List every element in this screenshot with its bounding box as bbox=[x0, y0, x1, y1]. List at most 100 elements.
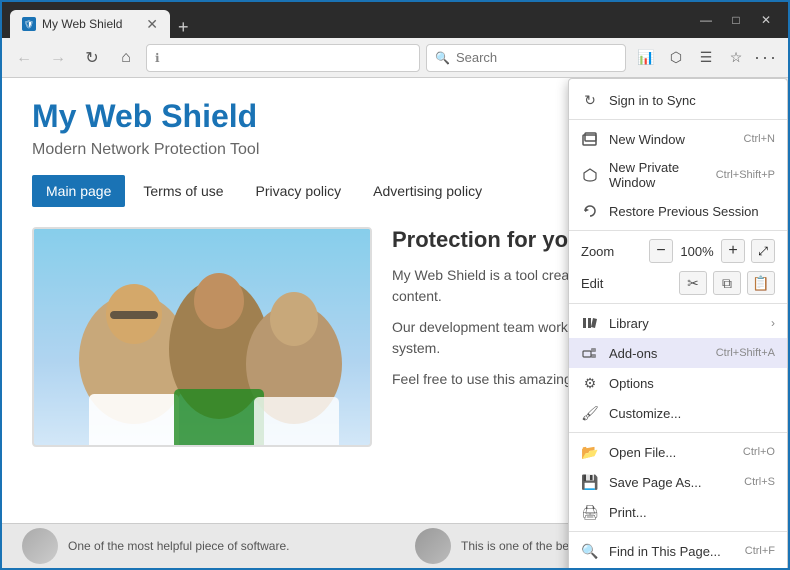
browser-window: 🛡 My Web Shield ✕ + — □ ✕ ← → ↻ ⌂ ℹ 🔍 📊 … bbox=[0, 0, 790, 570]
customize-label: Customize... bbox=[609, 406, 775, 421]
edit-row: Edit ✂ ⧉ 📋 bbox=[569, 267, 787, 299]
nav-icons: 📊 ⬡ ☰ ☆ ··· bbox=[632, 44, 780, 72]
copy-button[interactable]: ⧉ bbox=[713, 271, 741, 295]
options-icon: ⚙ bbox=[581, 374, 599, 392]
separator-2 bbox=[569, 230, 787, 231]
nav-bar: ← → ↻ ⌂ ℹ 🔍 📊 ⬡ ☰ ☆ ··· bbox=[2, 38, 788, 78]
save-page-shortcut: Ctrl+S bbox=[744, 476, 775, 488]
edit-label: Edit bbox=[581, 276, 673, 291]
active-tab[interactable]: 🛡 My Web Shield ✕ bbox=[10, 10, 170, 38]
back-button[interactable]: ← bbox=[10, 44, 38, 72]
search-input[interactable] bbox=[456, 50, 596, 65]
menu-item-library[interactable]: Library › bbox=[569, 308, 787, 338]
minimize-button[interactable]: — bbox=[692, 9, 720, 31]
separator-4 bbox=[569, 432, 787, 433]
cut-button[interactable]: ✂ bbox=[679, 271, 707, 295]
new-window-icon bbox=[581, 130, 599, 148]
hero-image bbox=[32, 227, 372, 447]
pocket-icon[interactable]: ⬡ bbox=[662, 44, 690, 72]
find-label: Find in This Page... bbox=[609, 544, 735, 559]
maximize-button[interactable]: □ bbox=[722, 9, 750, 31]
new-window-label: New Window bbox=[609, 132, 734, 147]
nav-privacy[interactable]: Privacy policy bbox=[242, 175, 356, 207]
tab-close-btn[interactable]: ✕ bbox=[146, 16, 158, 33]
find-shortcut: Ctrl+F bbox=[745, 545, 775, 557]
restore-label: Restore Previous Session bbox=[609, 204, 775, 219]
open-file-label: Open File... bbox=[609, 445, 733, 460]
restore-icon bbox=[581, 202, 599, 220]
testimonial-avatar-1 bbox=[22, 528, 58, 564]
save-page-label: Save Page As... bbox=[609, 475, 734, 490]
star-icon[interactable]: ☆ bbox=[722, 44, 750, 72]
nav-advertising[interactable]: Advertising policy bbox=[359, 175, 496, 207]
bookmarks-icon[interactable]: 📊 bbox=[632, 44, 660, 72]
sync-icon: ↻ bbox=[581, 91, 599, 109]
menu-item-sync[interactable]: ↻ Sign in to Sync bbox=[569, 85, 787, 115]
save-page-icon: 💾 bbox=[581, 473, 599, 491]
testimonial-1: One of the most helpful piece of softwar… bbox=[2, 528, 395, 564]
menu-item-addons[interactable]: Add-ons Ctrl+Shift+A bbox=[569, 338, 787, 368]
library-arrow: › bbox=[771, 316, 775, 330]
zoom-value: 100% bbox=[679, 244, 715, 259]
tab-favicon: 🛡 bbox=[22, 17, 36, 31]
hero-image-inner bbox=[34, 229, 370, 445]
zoom-minus-button[interactable]: − bbox=[649, 239, 673, 263]
print-label: Print... bbox=[609, 505, 775, 520]
new-tab-button[interactable]: + bbox=[170, 17, 197, 38]
paste-button[interactable]: 📋 bbox=[747, 271, 775, 295]
zoom-row: Zoom − 100% + ⤢ bbox=[569, 235, 787, 267]
lock-icon: ℹ bbox=[155, 51, 160, 65]
menu-item-new-window[interactable]: New Window Ctrl+N bbox=[569, 124, 787, 154]
private-icon bbox=[581, 166, 599, 184]
addons-icon bbox=[581, 344, 599, 362]
testimonial-avatar-2 bbox=[415, 528, 451, 564]
private-window-label: New Private Window bbox=[609, 160, 706, 190]
find-icon: 🔍 bbox=[581, 542, 599, 560]
zoom-label: Zoom bbox=[581, 244, 643, 259]
sync-label: Sign in to Sync bbox=[609, 93, 775, 108]
separator-5 bbox=[569, 531, 787, 532]
open-file-shortcut: Ctrl+O bbox=[743, 446, 775, 458]
title-bar: 🛡 My Web Shield ✕ + — □ ✕ bbox=[2, 2, 788, 38]
forward-button[interactable]: → bbox=[44, 44, 72, 72]
nav-main-page[interactable]: Main page bbox=[32, 175, 125, 207]
addons-label: Add-ons bbox=[609, 346, 706, 361]
menu-item-customize[interactable]: 🖌 Customize... bbox=[569, 398, 787, 428]
search-icon: 🔍 bbox=[435, 51, 450, 65]
private-window-shortcut: Ctrl+Shift+P bbox=[716, 169, 775, 181]
home-button[interactable]: ⌂ bbox=[112, 44, 140, 72]
menu-item-find[interactable]: 🔍 Find in This Page... Ctrl+F bbox=[569, 536, 787, 566]
reader-icon[interactable]: ☰ bbox=[692, 44, 720, 72]
menu-button[interactable]: ··· bbox=[752, 44, 780, 72]
firefox-menu: ↻ Sign in to Sync New Window Ctrl+N New … bbox=[568, 78, 788, 568]
search-box[interactable]: 🔍 bbox=[426, 44, 626, 72]
menu-item-options[interactable]: ⚙ Options bbox=[569, 368, 787, 398]
refresh-button[interactable]: ↻ bbox=[78, 44, 106, 72]
open-file-icon: 📂 bbox=[581, 443, 599, 461]
testimonial-text-1: One of the most helpful piece of softwar… bbox=[68, 539, 289, 553]
menu-item-private-window[interactable]: New Private Window Ctrl+Shift+P bbox=[569, 154, 787, 196]
nav-terms[interactable]: Terms of use bbox=[129, 175, 237, 207]
window-controls: — □ ✕ bbox=[692, 9, 780, 31]
address-bar[interactable]: ℹ bbox=[146, 44, 420, 72]
menu-item-open-file[interactable]: 📂 Open File... Ctrl+O bbox=[569, 437, 787, 467]
separator-3 bbox=[569, 303, 787, 304]
zoom-controls: − 100% + ⤢ bbox=[649, 239, 775, 263]
new-window-shortcut: Ctrl+N bbox=[744, 133, 775, 145]
menu-item-more[interactable]: More › bbox=[569, 566, 787, 568]
menu-item-restore[interactable]: Restore Previous Session bbox=[569, 196, 787, 226]
library-icon bbox=[581, 314, 599, 332]
menu-item-print[interactable]: 🖨 Print... bbox=[569, 497, 787, 527]
zoom-plus-button[interactable]: + bbox=[721, 239, 745, 263]
zoom-expand-button[interactable]: ⤢ bbox=[751, 239, 775, 263]
customize-icon: 🖌 bbox=[581, 404, 599, 422]
addons-shortcut: Ctrl+Shift+A bbox=[716, 347, 775, 359]
menu-item-save-page[interactable]: 💾 Save Page As... Ctrl+S bbox=[569, 467, 787, 497]
page-content: My Web Shield Modern Network Protection … bbox=[2, 78, 788, 568]
tab-bar: 🛡 My Web Shield ✕ + bbox=[10, 2, 680, 38]
options-label: Options bbox=[609, 376, 775, 391]
print-icon: 🖨 bbox=[581, 503, 599, 521]
library-label: Library bbox=[609, 316, 761, 331]
separator-1 bbox=[569, 119, 787, 120]
close-button[interactable]: ✕ bbox=[752, 9, 780, 31]
